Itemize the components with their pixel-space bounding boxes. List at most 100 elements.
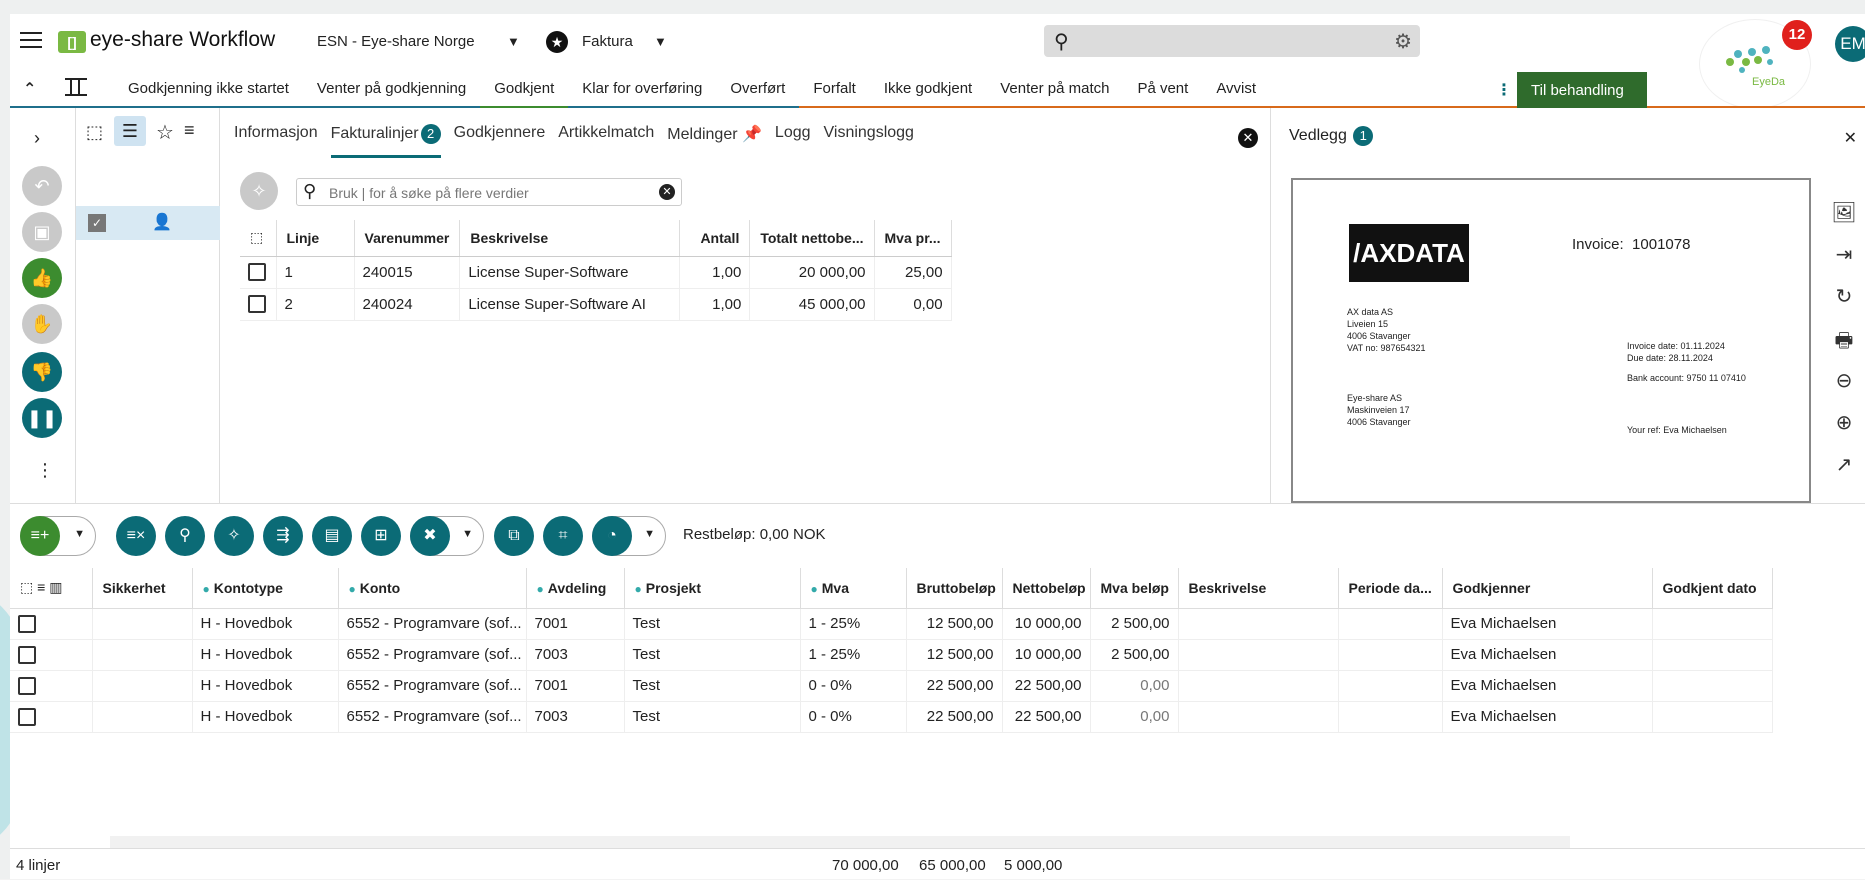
table-cell[interactable] xyxy=(1178,639,1339,671)
line-search-input[interactable]: ⚲ Bruk | for å søke på flere verdier ✕ xyxy=(296,178,682,206)
column-header[interactable]: ● Avdeling xyxy=(526,568,625,609)
table-cell[interactable]: 0,00 xyxy=(874,288,952,321)
save-icon[interactable]: ▣ xyxy=(22,212,62,252)
partial-approve-icon[interactable]: ✋ xyxy=(22,304,62,344)
table-cell[interactable] xyxy=(92,608,193,640)
row-checkbox[interactable] xyxy=(248,263,266,282)
table-cell[interactable]: 22 500,00 xyxy=(906,701,1003,733)
column-header[interactable]: Nettobeløp xyxy=(1002,568,1091,609)
table-cell[interactable]: 240024 xyxy=(354,288,461,321)
table-cell[interactable]: 22 500,00 xyxy=(1002,670,1091,702)
company-selector[interactable]: ESN - Eye-share Norge xyxy=(317,33,475,50)
table-cell[interactable]: 7001 xyxy=(526,608,625,640)
hamburger-menu-icon[interactable] xyxy=(20,32,42,50)
column-header[interactable]: ● Mva xyxy=(800,568,907,609)
tab-meldinger[interactable]: Meldinger 📌 xyxy=(667,124,762,158)
undo-icon[interactable]: ↶ xyxy=(22,166,62,206)
list-item[interactable]: ✓ 👤 xyxy=(76,206,220,240)
table-cell[interactable] xyxy=(92,639,193,671)
table-cell[interactable]: 7003 xyxy=(526,639,625,671)
row-checkbox[interactable] xyxy=(18,707,36,726)
print-icon[interactable]: 🖶 xyxy=(1826,326,1862,368)
column-header[interactable]: Mva pr... xyxy=(874,220,952,257)
add-line-icon[interactable]: ≡+ xyxy=(20,516,60,556)
status-tab[interactable]: Godkjent xyxy=(480,70,568,108)
table-cell[interactable] xyxy=(1652,701,1773,733)
filter-lines-icon[interactable]: ⚲ xyxy=(165,516,205,556)
status-tab[interactable]: På vent xyxy=(1123,70,1202,108)
columns-icon[interactable] xyxy=(65,78,87,96)
status-tab[interactable]: Avvist xyxy=(1202,70,1270,108)
module-dropdown-icon[interactable]: ▼ xyxy=(654,34,667,49)
column-header[interactable]: Beskrivelse xyxy=(459,220,681,257)
table-cell[interactable]: 240015 xyxy=(354,256,461,289)
rotate-icon[interactable]: ↻ xyxy=(1826,284,1862,326)
table-cell[interactable]: Eva Michaelsen xyxy=(1442,639,1653,671)
export-icon[interactable]: ⇥ xyxy=(1826,242,1862,284)
table-cell[interactable]: H - Hovedbok xyxy=(192,608,339,640)
zoom-out-icon[interactable]: ⊖ xyxy=(1826,368,1862,410)
tab-fakturalinjer[interactable]: Fakturalinjer 2 xyxy=(330,124,441,158)
table-cell[interactable]: H - Hovedbok xyxy=(192,670,339,702)
column-header[interactable]: ● Konto xyxy=(338,568,527,609)
table-cell[interactable]: 0,00 xyxy=(1090,670,1179,702)
table-cell[interactable] xyxy=(1338,639,1443,671)
tab-logg[interactable]: Logg xyxy=(775,124,811,158)
table-cell[interactable]: 2 500,00 xyxy=(1090,639,1179,671)
table-cell[interactable] xyxy=(1178,701,1339,733)
table-cell[interactable]: 1 - 25% xyxy=(800,608,907,640)
table-cell[interactable]: License Super-Software xyxy=(459,256,681,289)
table-row[interactable]: 1 240015 License Super-Software 1,00 20 000,… xyxy=(240,256,952,289)
column-header[interactable]: Periode da... xyxy=(1338,568,1443,609)
table-cell[interactable]: Test xyxy=(624,639,801,671)
reject-thumbs-down-icon[interactable]: 👎 xyxy=(22,352,62,392)
tab-informasjon[interactable]: Informasjon xyxy=(234,124,318,158)
table-cell[interactable]: 6552 - Programvare (sof... xyxy=(338,608,527,640)
select-all-icon[interactable]: ⬚ xyxy=(86,122,103,143)
search-settings-gear-icon[interactable]: ⚙ xyxy=(1394,29,1412,54)
pause-icon[interactable]: ❚❚ xyxy=(22,398,62,438)
row-checkbox[interactable] xyxy=(18,676,36,695)
open-external-icon[interactable]: ↗ xyxy=(1826,452,1862,494)
columns-icon[interactable]: ▥ xyxy=(49,579,62,595)
column-header[interactable]: ● Kontotype xyxy=(192,568,339,609)
table-cell[interactable]: 1,00 xyxy=(679,288,751,321)
star-icon[interactable]: ☆ xyxy=(156,120,174,145)
column-header[interactable]: Varenummer xyxy=(354,220,461,257)
row-checkbox[interactable] xyxy=(248,295,266,314)
table-row[interactable]: H - Hovedbok 6552 - Programvare (sof... 70… xyxy=(10,639,1773,671)
column-header[interactable]: Bruttobeløp xyxy=(906,568,1003,609)
crop-icon[interactable]: ⌗ xyxy=(543,516,583,556)
table-cell[interactable]: 6552 - Programvare (sof... xyxy=(338,639,527,671)
excel-icon[interactable]: ✖ xyxy=(410,516,450,556)
column-header[interactable]: Beskrivelse xyxy=(1178,568,1339,609)
table-row[interactable]: H - Hovedbok 6552 - Programvare (sof... 70… xyxy=(10,701,1773,733)
collapse-chevron-up-icon[interactable]: ⌃ xyxy=(23,79,36,99)
pin-panel-icon[interactable]: ✕ xyxy=(1844,128,1857,148)
table-cell[interactable] xyxy=(1652,639,1773,671)
table-cell[interactable] xyxy=(92,701,193,733)
table-cell[interactable]: 0 - 0% xyxy=(800,670,907,702)
table-cell[interactable]: 0 - 0% xyxy=(800,701,907,733)
table-cell[interactable] xyxy=(1338,608,1443,640)
table-cell[interactable] xyxy=(1178,670,1339,702)
table-cell[interactable]: Test xyxy=(624,608,801,640)
table-cell[interactable]: 6552 - Programvare (sof... xyxy=(338,670,527,702)
column-header[interactable]: Godkjent dato xyxy=(1652,568,1773,609)
table-cell[interactable] xyxy=(1652,608,1773,640)
column-header[interactable]: ● Prosjekt xyxy=(624,568,801,609)
select-all-icon[interactable]: ⬚ xyxy=(20,579,33,595)
tab-visningslogg[interactable]: Visningslogg xyxy=(824,124,914,158)
table-cell[interactable]: H - Hovedbok xyxy=(192,639,339,671)
column-header[interactable]: Sikkerhet xyxy=(92,568,193,609)
table-cell[interactable]: 25,00 xyxy=(874,256,952,289)
duplicate-icon[interactable]: ⧉ xyxy=(494,516,534,556)
status-tab[interactable]: Forfalt xyxy=(799,70,870,108)
filter-icon[interactable]: ≡ xyxy=(37,579,45,595)
auto-fill-wand-icon[interactable]: ✧ xyxy=(214,516,254,556)
table-cell[interactable]: 10 000,00 xyxy=(1002,639,1091,671)
tab-godkjennere[interactable]: Godkjennere xyxy=(454,124,546,158)
table-cell[interactable]: 1 xyxy=(276,256,355,289)
chevron-down-icon[interactable]: ▼ xyxy=(644,528,655,540)
clear-search-icon[interactable]: ✕ xyxy=(659,184,675,200)
